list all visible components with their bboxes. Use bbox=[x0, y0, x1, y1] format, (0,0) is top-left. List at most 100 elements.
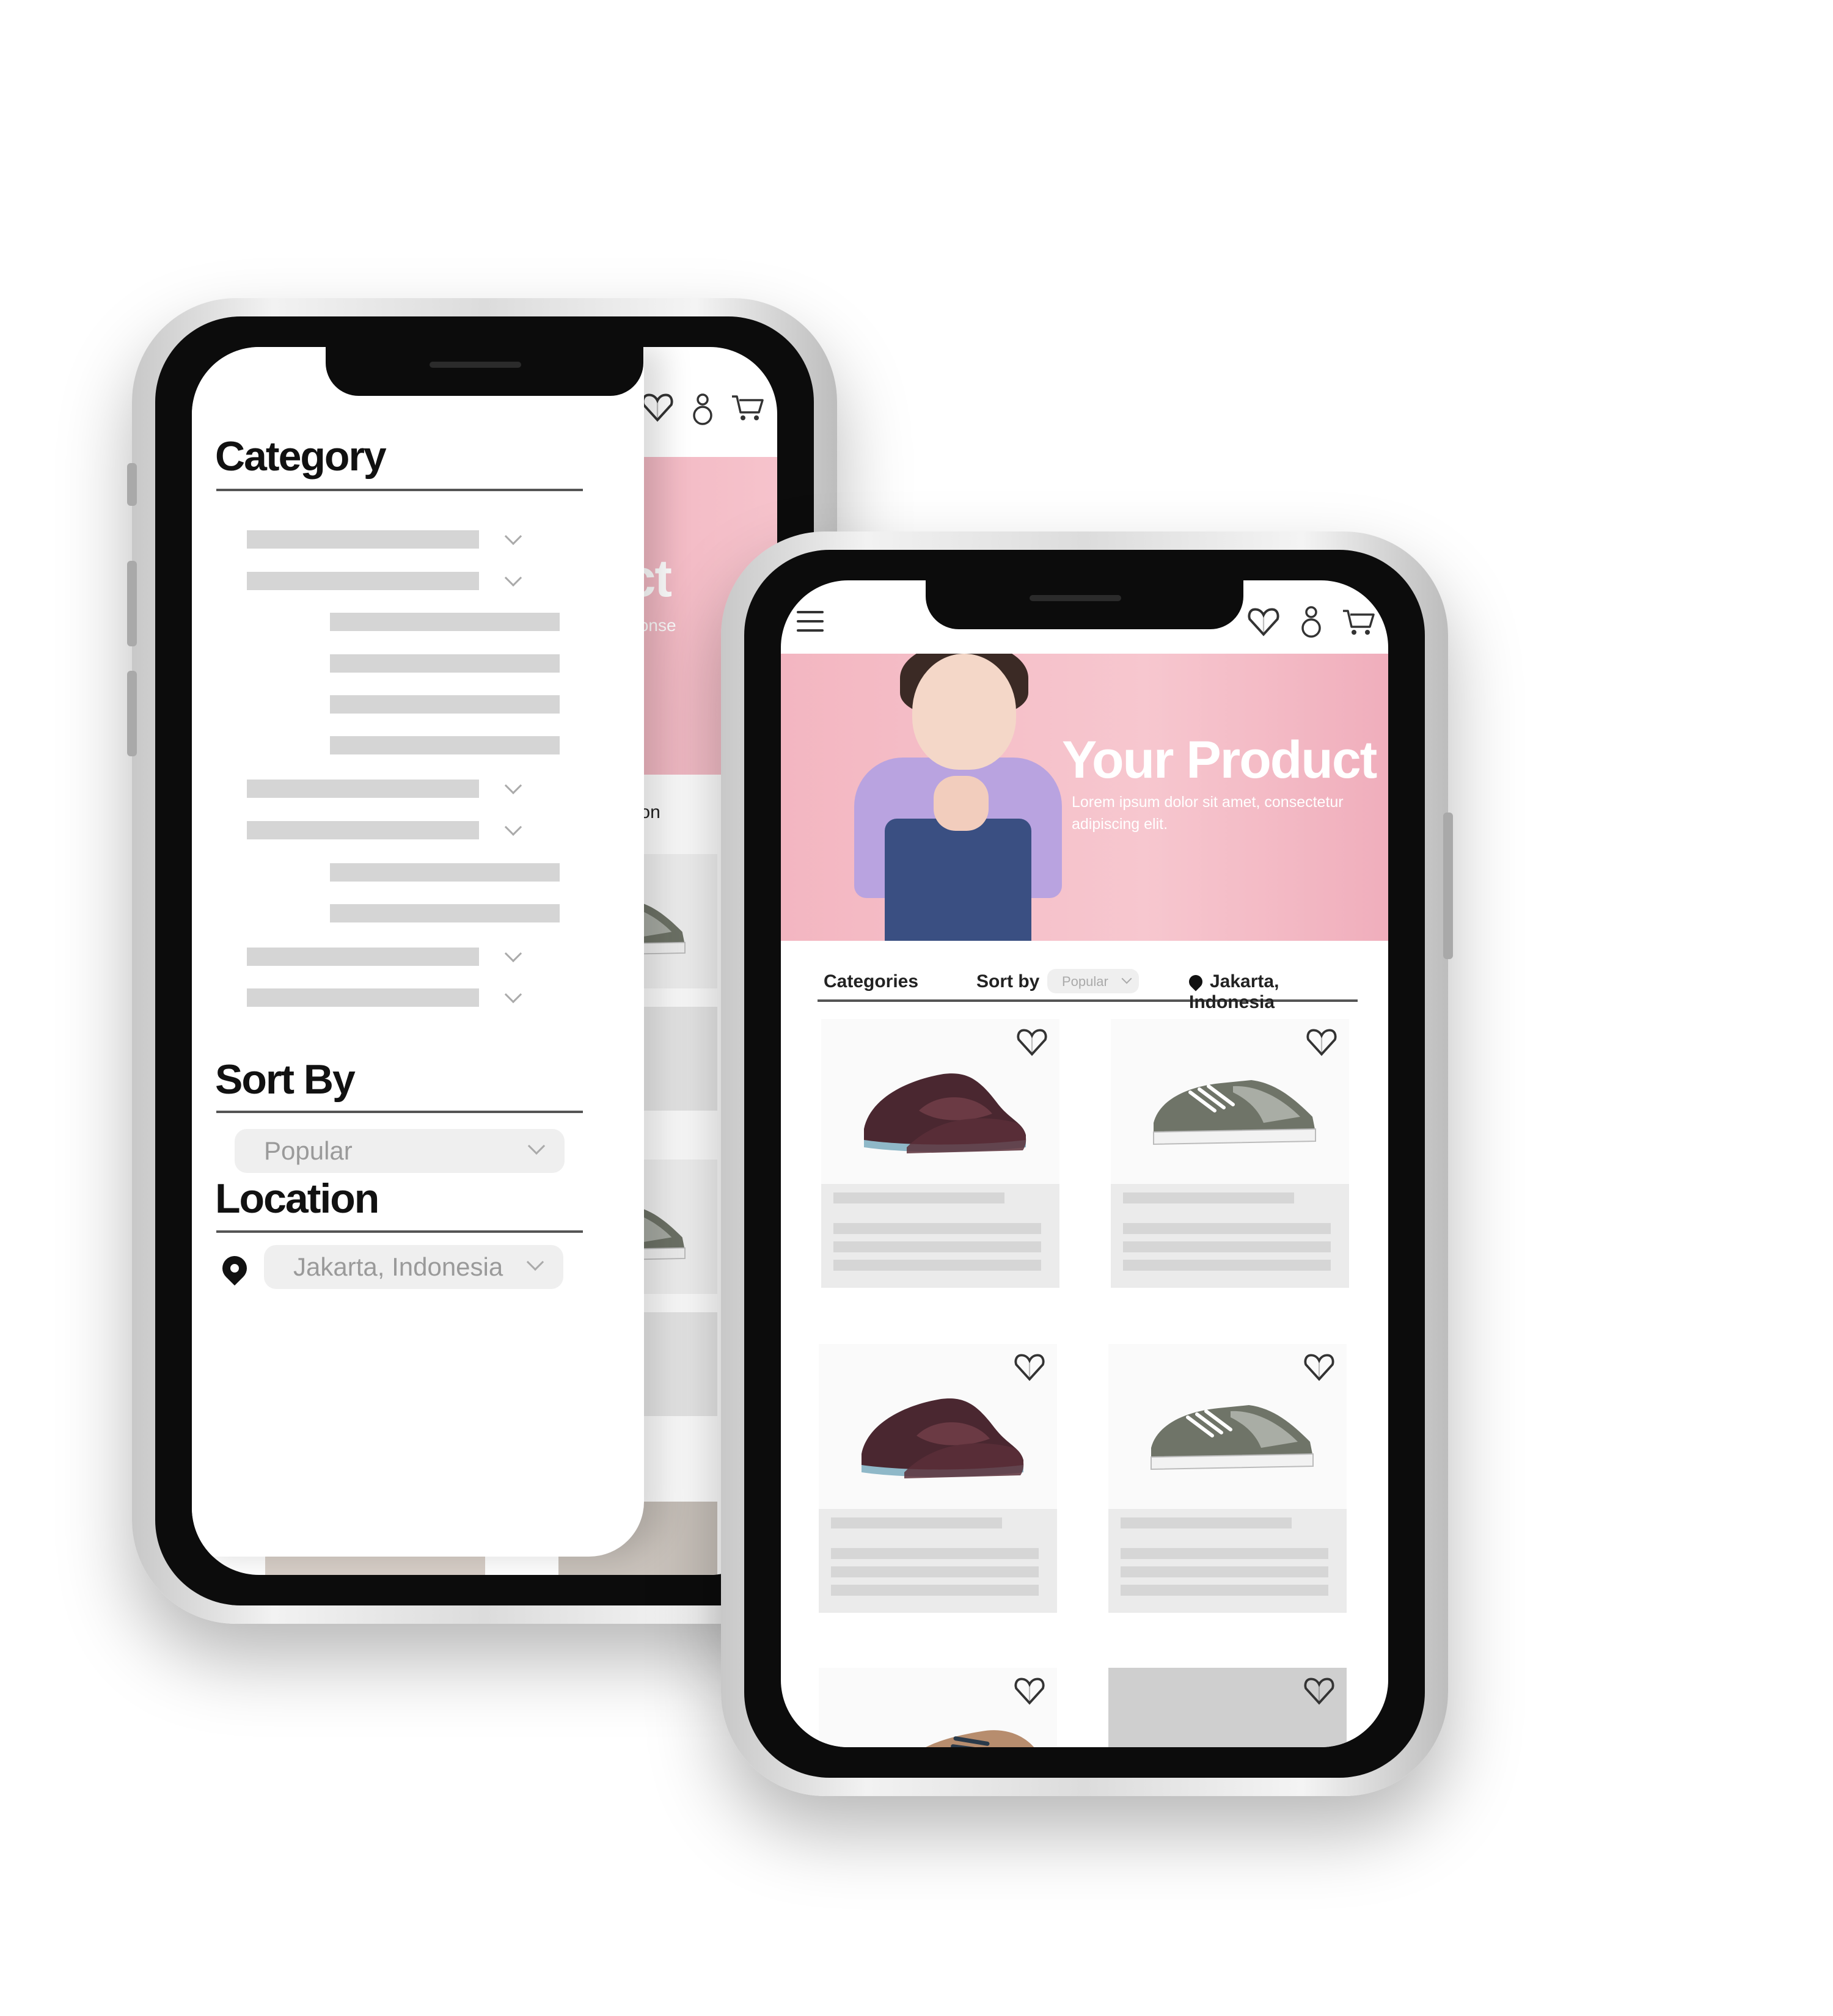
category-item[interactable] bbox=[247, 821, 479, 839]
subcategory-item[interactable] bbox=[330, 654, 560, 673]
phone-notch bbox=[326, 347, 643, 396]
product-name-placeholder bbox=[831, 1517, 1002, 1528]
category-item[interactable] bbox=[247, 530, 479, 549]
heart-icon[interactable] bbox=[1305, 1028, 1338, 1057]
category-item[interactable] bbox=[247, 780, 479, 798]
phone-notch bbox=[926, 580, 1243, 629]
front-phone: Your Product Lorem ipsum dolor sit amet,… bbox=[721, 531, 1453, 1796]
hero-subtitle: Lorem ipsum dolor sit amet, consectetur … bbox=[1072, 794, 1344, 833]
heart-icon[interactable] bbox=[1013, 1676, 1046, 1706]
shoe-image bbox=[852, 1056, 1035, 1166]
categories-button[interactable]: Categories bbox=[824, 971, 918, 992]
side-button bbox=[127, 561, 137, 646]
location-heading: Location bbox=[215, 1175, 379, 1222]
sort-dropdown[interactable]: Popular bbox=[235, 1129, 565, 1173]
heart-icon[interactable] bbox=[640, 392, 675, 423]
chevron-down-icon[interactable] bbox=[504, 569, 522, 587]
divider bbox=[216, 1111, 583, 1113]
shoe-image bbox=[1141, 1050, 1325, 1160]
product-detail-placeholder bbox=[833, 1260, 1041, 1271]
cart-icon[interactable] bbox=[731, 392, 765, 423]
product-info-placeholder bbox=[819, 1509, 1057, 1613]
heart-icon[interactable] bbox=[1303, 1353, 1336, 1382]
menu-icon[interactable] bbox=[797, 611, 824, 632]
heart-icon[interactable] bbox=[1303, 1676, 1336, 1706]
product-card[interactable] bbox=[819, 1668, 1057, 1747]
chevron-down-icon bbox=[1121, 973, 1132, 984]
product-info-placeholder bbox=[821, 1184, 1059, 1288]
heart-icon[interactable] bbox=[1015, 1028, 1048, 1057]
top-icons bbox=[640, 392, 765, 426]
location-pin-icon bbox=[217, 1251, 252, 1286]
category-item[interactable] bbox=[247, 572, 479, 590]
chevron-down-icon bbox=[527, 1137, 546, 1155]
hero-model-image bbox=[885, 819, 1031, 941]
filter-bar: Categories Sort by Popular Jakarta, Indo… bbox=[818, 965, 1358, 1012]
divider bbox=[216, 1230, 583, 1233]
hero-model-image bbox=[912, 654, 1016, 770]
filter-drawer: Category Sort By Popular Location Jakart… bbox=[192, 347, 644, 1557]
location-value: Jakarta, Indonesia bbox=[1189, 971, 1279, 1012]
chevron-down-icon[interactable] bbox=[504, 527, 522, 546]
location-dropdown-value: Jakarta, Indonesia bbox=[293, 1252, 503, 1281]
sort-by-heading: Sort By bbox=[215, 1056, 356, 1103]
subcategory-item[interactable] bbox=[330, 695, 560, 714]
location-selector[interactable]: Jakarta, Indonesia bbox=[1186, 971, 1358, 1013]
product-detail-placeholder bbox=[833, 1223, 1041, 1234]
category-item[interactable] bbox=[247, 988, 479, 1007]
product-info-placeholder bbox=[1108, 1509, 1347, 1613]
sort-dropdown[interactable]: Popular bbox=[1047, 969, 1139, 993]
phone-bezel: oduct amet, conse rta, Indon Category bbox=[155, 316, 814, 1605]
product-detail-placeholder bbox=[1121, 1566, 1328, 1577]
hero-title: Your Product bbox=[1062, 731, 1377, 789]
product-detail-placeholder bbox=[1121, 1548, 1328, 1559]
user-icon[interactable] bbox=[690, 392, 715, 426]
product-name-placeholder bbox=[1123, 1192, 1294, 1203]
product-card[interactable] bbox=[821, 1019, 1059, 1288]
heart-icon[interactable] bbox=[1246, 607, 1281, 637]
product-detail-placeholder bbox=[1121, 1585, 1328, 1596]
product-name-placeholder bbox=[1121, 1517, 1292, 1528]
phone-bezel: Your Product Lorem ipsum dolor sit amet,… bbox=[744, 550, 1425, 1778]
sort-dropdown-value: Popular bbox=[1062, 974, 1108, 989]
product-detail-placeholder bbox=[831, 1585, 1039, 1596]
product-name-placeholder bbox=[833, 1192, 1004, 1203]
subcategory-item[interactable] bbox=[330, 904, 560, 922]
category-item[interactable] bbox=[247, 948, 479, 966]
product-card[interactable] bbox=[1108, 1668, 1347, 1747]
side-button bbox=[127, 463, 137, 506]
product-detail-placeholder bbox=[1123, 1241, 1331, 1252]
front-phone-screen: Your Product Lorem ipsum dolor sit amet,… bbox=[781, 580, 1388, 1747]
chevron-down-icon[interactable] bbox=[504, 944, 522, 963]
product-detail-placeholder bbox=[831, 1566, 1039, 1577]
product-card[interactable] bbox=[819, 1344, 1057, 1613]
sort-by-label: Sort by bbox=[976, 971, 1040, 992]
product-detail-placeholder bbox=[1123, 1260, 1331, 1271]
product-card[interactable] bbox=[1111, 1019, 1349, 1288]
product-detail-placeholder bbox=[833, 1241, 1041, 1252]
subcategory-item[interactable] bbox=[330, 863, 560, 882]
hero-banner[interactable]: Your Product Lorem ipsum dolor sit amet,… bbox=[781, 654, 1388, 941]
header-icons bbox=[1246, 605, 1376, 639]
location-pin-icon bbox=[1186, 972, 1206, 992]
divider bbox=[216, 489, 583, 491]
chevron-down-icon[interactable] bbox=[504, 776, 522, 795]
side-button bbox=[1443, 813, 1453, 959]
location-dropdown[interactable]: Jakarta, Indonesia bbox=[264, 1245, 563, 1289]
category-heading: Category bbox=[215, 433, 387, 480]
product-card[interactable] bbox=[1108, 1344, 1347, 1613]
cart-icon[interactable] bbox=[1342, 607, 1376, 637]
chevron-down-icon[interactable] bbox=[504, 985, 522, 1004]
product-info-placeholder bbox=[1111, 1184, 1349, 1288]
shoe-image bbox=[849, 1381, 1033, 1491]
subcategory-item[interactable] bbox=[330, 736, 560, 754]
shoe-image bbox=[1139, 1375, 1322, 1485]
chevron-down-icon[interactable] bbox=[504, 818, 522, 836]
user-icon[interactable] bbox=[1299, 605, 1323, 639]
hero-model-image bbox=[934, 776, 989, 831]
product-detail-placeholder bbox=[1123, 1223, 1331, 1234]
product-detail-placeholder bbox=[831, 1548, 1039, 1559]
subcategory-item[interactable] bbox=[330, 613, 560, 631]
heart-icon[interactable] bbox=[1013, 1353, 1046, 1382]
chevron-down-icon bbox=[526, 1253, 544, 1271]
